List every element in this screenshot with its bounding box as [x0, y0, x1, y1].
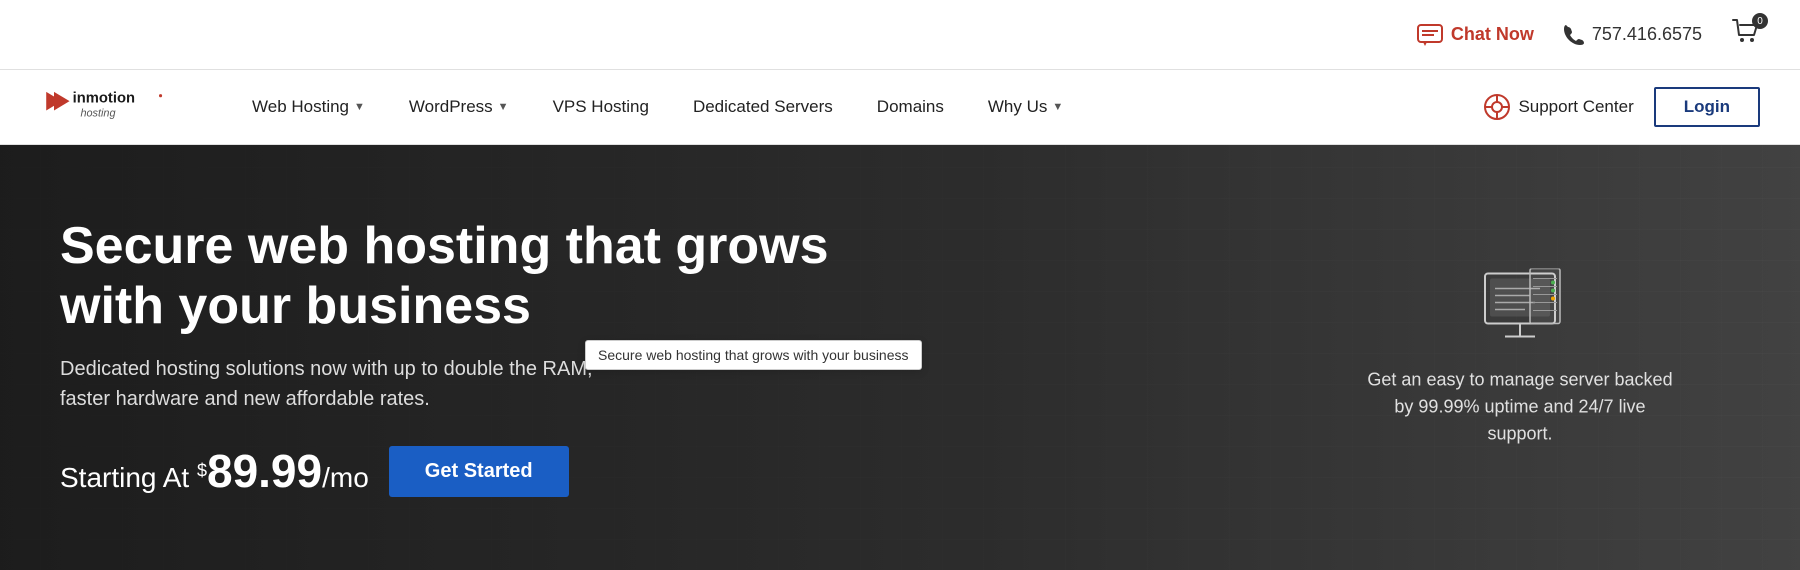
logo[interactable]: inmotion hosting [40, 82, 180, 132]
server-icon [1475, 268, 1565, 348]
hero-price: Starting At $89.99/mo [60, 444, 369, 498]
phone-number: 757.416.6575 [1592, 24, 1702, 45]
hero-section: Secure web hosting that grows with your … [0, 145, 1800, 570]
nav-label-wordpress: WordPress [409, 97, 493, 117]
cart-badge: 0 [1752, 13, 1768, 29]
starting-at-text: Starting At [60, 462, 189, 493]
tooltip-text: Secure web hosting that grows with your … [598, 347, 909, 363]
nav-item-wordpress[interactable]: WordPress ▼ [387, 70, 531, 145]
server-illustration [1360, 268, 1680, 348]
hero-title: Secure web hosting that grows with your … [60, 217, 840, 337]
get-started-button[interactable]: Get Started [389, 446, 569, 497]
top-bar: Chat Now 757.416.6575 0 [0, 0, 1800, 70]
logo-image: inmotion hosting [40, 82, 180, 132]
hero-pricing: Starting At $89.99/mo Get Started [60, 444, 840, 498]
hero-subtitle: Dedicated hosting solutions now with up … [60, 354, 620, 414]
nav-right: Support Center Login [1484, 87, 1760, 127]
nav-item-dedicated-servers[interactable]: Dedicated Servers [671, 70, 855, 145]
nav-links: Web Hosting ▼ WordPress ▼ VPS Hosting De… [230, 70, 1484, 145]
top-bar-actions: Chat Now 757.416.6575 0 [1417, 19, 1760, 50]
hero-right-panel: Get an easy to manage server backed by 9… [1360, 268, 1680, 447]
support-icon [1484, 94, 1510, 120]
hero-tooltip: Secure web hosting that grows with your … [585, 340, 922, 370]
price-unit: /mo [322, 462, 369, 493]
chat-now-button[interactable]: Chat Now [1417, 24, 1534, 46]
chat-label: Chat Now [1451, 24, 1534, 45]
phone-icon [1564, 25, 1584, 45]
nav-item-vps-hosting[interactable]: VPS Hosting [531, 70, 671, 145]
cart-button[interactable]: 0 [1732, 19, 1760, 50]
chevron-down-icon: ▼ [354, 101, 365, 113]
chevron-down-icon: ▼ [1052, 101, 1063, 113]
nav-bar: inmotion hosting Web Hosting ▼ WordPress… [0, 70, 1800, 145]
nav-label-why-us: Why Us [988, 97, 1048, 117]
login-button[interactable]: Login [1654, 87, 1760, 127]
svg-text:inmotion: inmotion [73, 91, 135, 107]
svg-text:hosting: hosting [80, 108, 115, 120]
nav-item-web-hosting[interactable]: Web Hosting ▼ [230, 70, 387, 145]
nav-label-dedicated-servers: Dedicated Servers [693, 97, 833, 117]
chat-icon [1417, 24, 1443, 46]
nav-label-web-hosting: Web Hosting [252, 97, 349, 117]
hero-right-description: Get an easy to manage server backed by 9… [1360, 366, 1680, 447]
currency-symbol: $ [197, 461, 207, 481]
nav-item-why-us[interactable]: Why Us ▼ [966, 70, 1085, 145]
nav-label-domains: Domains [877, 97, 944, 117]
nav-label-vps-hosting: VPS Hosting [553, 97, 649, 117]
nav-item-domains[interactable]: Domains [855, 70, 966, 145]
chevron-down-icon: ▼ [498, 101, 509, 113]
phone-link[interactable]: 757.416.6575 [1564, 24, 1702, 45]
support-label: Support Center [1518, 97, 1633, 117]
support-center-link[interactable]: Support Center [1484, 94, 1633, 120]
price-number: 89.99 [207, 445, 322, 497]
